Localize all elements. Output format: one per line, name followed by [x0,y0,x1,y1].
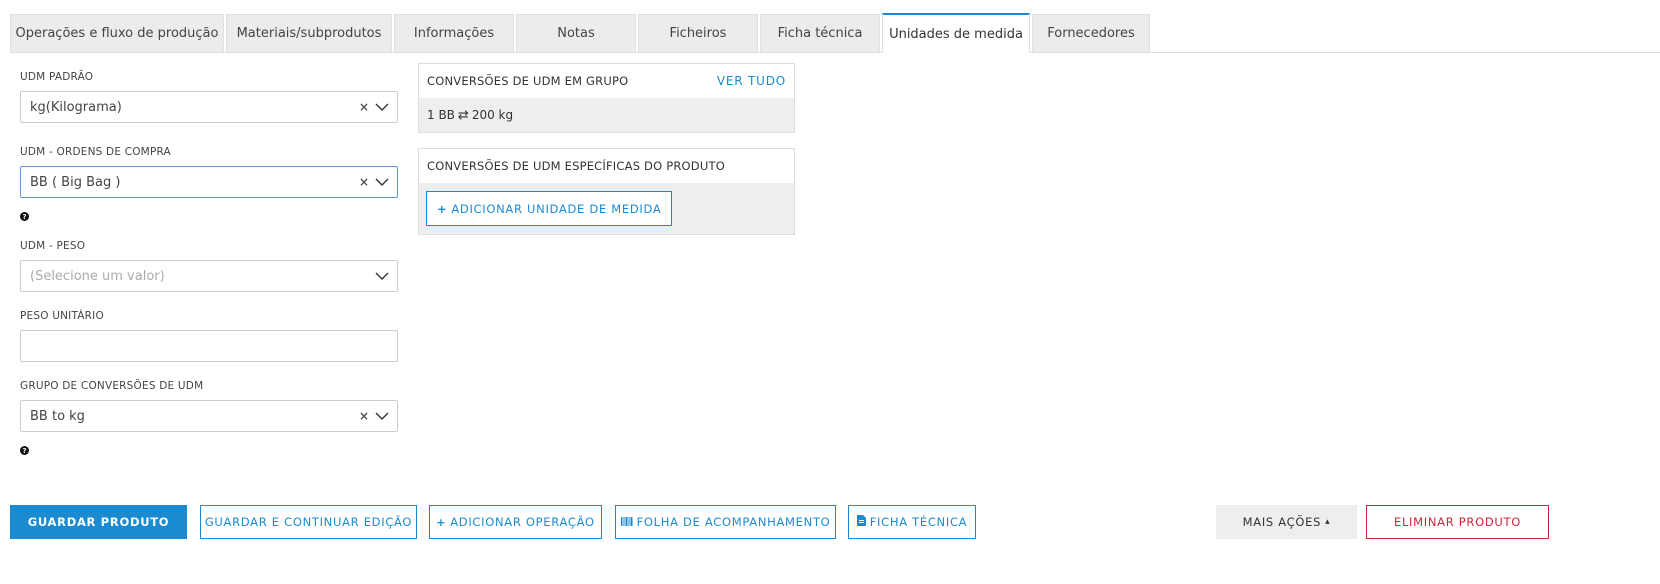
document-icon [856,515,866,529]
tab-label: Fornecedores [1047,26,1135,41]
add-unit-of-measure-button[interactable]: + ADICIONAR UNIDADE DE MEDIDA [426,191,673,226]
barcode-icon [620,516,633,529]
unit-weight-label: PESO UNITÁRIO [20,310,104,322]
uom-default-label: UDM PADRÃO [20,71,94,83]
tab-label: Operações e fluxo de produção [15,26,219,41]
tab-files[interactable]: Ficheiros [638,14,758,52]
uom-weight-select[interactable]: (Selecione um valor) [20,260,398,292]
product-conversions-panel: CONVERSÕES DE UDM ESPECÍFICAS DO PRODUTO… [418,148,795,235]
tab-notes[interactable]: Notas [516,14,636,52]
conversion-group-label: GRUPO DE CONVERSÕES DE UDM [20,380,204,392]
tab-label: Materiais/subprodutos [236,26,382,41]
chevron-down-icon[interactable] [375,100,389,114]
clear-icon[interactable]: × [359,409,369,423]
exchange-arrows-icon: ⇄ [457,107,469,123]
chevron-down-icon[interactable] [375,409,389,423]
save-continue-button[interactable]: GUARDAR E CONTINUAR EDIÇÃO [200,505,417,539]
uom-purchase-select[interactable]: BB ( Big Bag ) × [20,166,398,198]
conversion-from: 1 BB [427,108,455,122]
tab-information[interactable]: Informações [394,14,514,52]
view-all-link[interactable]: VER TUDO [717,74,786,88]
conversion-row: 1 BB ⇄ 200 kg [419,98,794,132]
chevron-down-icon[interactable] [375,175,389,189]
delete-product-button[interactable]: ELIMINAR PRODUTO [1366,505,1549,539]
add-operation-button[interactable]: + ADICIONAR OPERAÇÃO [429,505,602,539]
tracking-sheet-button[interactable]: FOLHA DE ACOMPANHAMENTO [615,505,836,539]
tab-label: Ficha técnica [777,26,863,41]
uom-weight-placeholder: (Selecione um valor) [30,268,165,284]
help-icon[interactable]: ? [20,212,29,221]
tab-operations[interactable]: Operações e fluxo de produção [10,14,224,52]
panel-title: CONVERSÕES DE UDM EM GRUPO [427,74,629,88]
panel-header: CONVERSÕES DE UDM EM GRUPO VER TUDO [419,64,794,98]
clear-icon[interactable]: × [359,100,369,114]
caret-up-icon: ▴ [1325,517,1331,527]
tab-label: Unidades de medida [889,26,1023,42]
button-label: GUARDAR PRODUTO [27,515,170,529]
technical-sheet-button[interactable]: FICHA TÉCNICA [848,505,976,539]
chevron-down-icon[interactable] [375,269,389,283]
uom-default-value: kg(Kilograma) [30,99,122,115]
button-label: MAIS AÇÕES [1242,515,1322,529]
button-label: FICHA TÉCNICA [869,515,968,529]
panel-header: CONVERSÕES DE UDM ESPECÍFICAS DO PRODUTO [419,149,794,183]
tab-label: Informações [413,26,495,41]
uom-purchase-label: UDM - ORDENS DE COMPRA [20,146,171,158]
clear-icon[interactable]: × [359,175,369,189]
panel-body: 1 BB ⇄ 200 kg [419,98,794,132]
tab-materials[interactable]: Materiais/subprodutos [226,14,392,52]
tab-label: Ficheiros [669,26,727,41]
tab-technical-sheet[interactable]: Ficha técnica [760,14,880,52]
conversion-to: 200 kg [471,108,514,122]
uom-weight-label: UDM - PESO [20,240,86,252]
button-label: ELIMINAR PRODUTO [1393,515,1522,529]
button-label: ADICIONAR UNIDADE DE MEDIDA [451,201,662,216]
panel-title: CONVERSÕES DE UDM ESPECÍFICAS DO PRODUTO [427,159,725,173]
button-label: GUARDAR E CONTINUAR EDIÇÃO [204,515,413,529]
group-conversions-panel: CONVERSÕES DE UDM EM GRUPO VER TUDO 1 BB… [418,63,795,133]
panel-body: + ADICIONAR UNIDADE DE MEDIDA [419,183,794,234]
plus-icon: + [437,201,448,216]
save-product-button[interactable]: GUARDAR PRODUTO [10,505,187,539]
help-icon[interactable]: ? [20,446,29,455]
uom-default-select[interactable]: kg(Kilograma) × [20,91,398,123]
tab-bar: Operações e fluxo de produção Materiais/… [10,13,1660,53]
more-actions-button[interactable]: MAIS AÇÕES ▴ [1216,505,1357,539]
plus-icon: + [436,515,447,529]
button-label: FOLHA DE ACOMPANHAMENTO [636,515,831,529]
uom-purchase-value: BB ( Big Bag ) [30,174,121,190]
tab-units-of-measure[interactable]: Unidades de medida [882,13,1030,53]
tab-suppliers[interactable]: Fornecedores [1032,14,1150,52]
unit-weight-input[interactable] [20,330,398,362]
button-label: ADICIONAR OPERAÇÃO [450,515,595,529]
conversion-group-value: BB to kg [30,408,85,424]
tab-label: Notas [557,26,595,41]
conversion-group-select[interactable]: BB to kg × [20,400,398,432]
